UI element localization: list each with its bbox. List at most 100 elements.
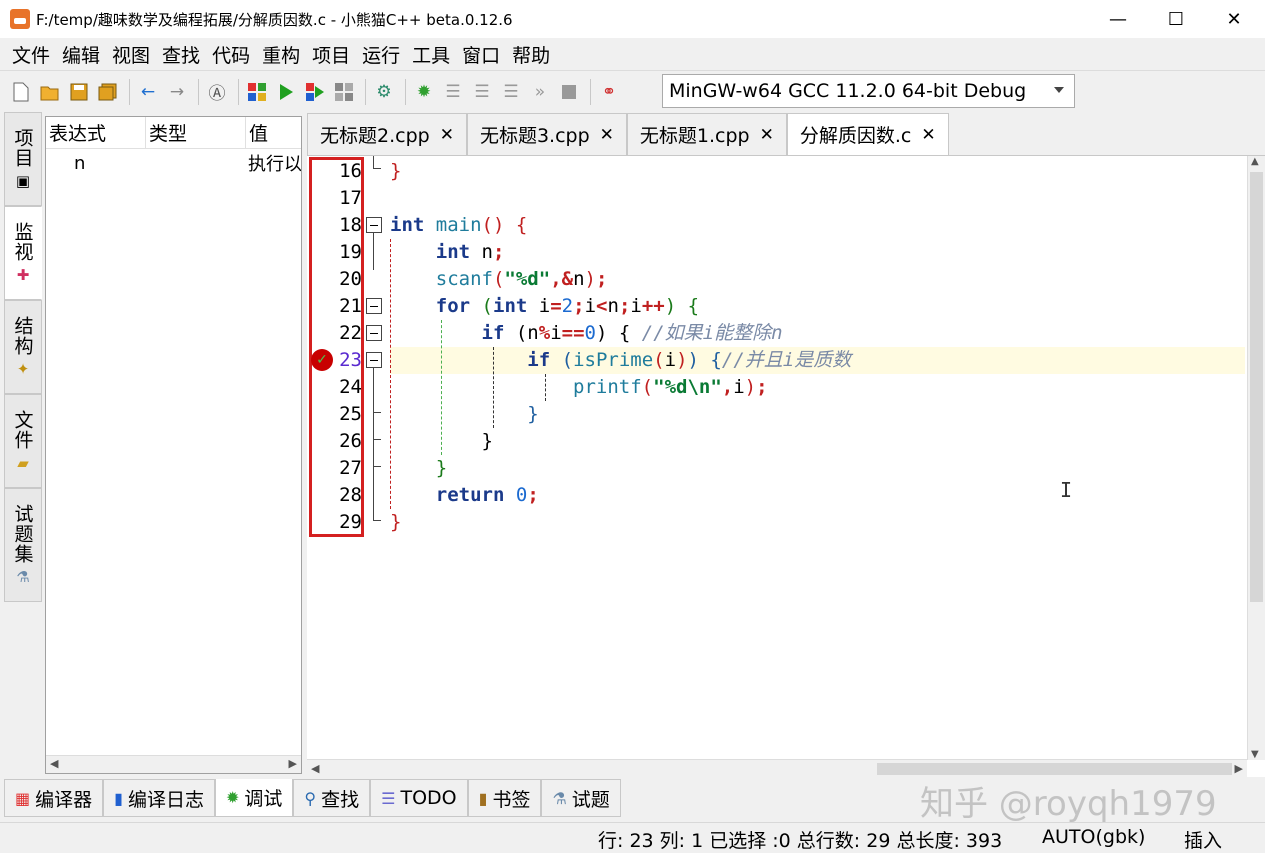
tab-debug[interactable]: ✹ 调试 [214,779,294,817]
side-tab-structure[interactable]: 结构 ✦ [4,300,42,394]
compiler-select[interactable]: MinGW-w64 GCC 11.2.0 64-bit Debug [662,74,1075,108]
format-code-icon[interactable]: Ⓐ [204,79,230,105]
code-line: for (int i=2;i<n;i++) { [435,295,700,317]
scroll-right-icon[interactable]: ▶ [289,757,297,770]
compile-icon[interactable] [244,79,270,105]
chevron-down-icon [1054,87,1064,93]
new-file-icon[interactable] [8,79,34,105]
menu-search[interactable]: 查找 [162,41,200,68]
step-into-icon[interactable]: ☰ [469,79,495,105]
scroll-right-icon[interactable]: ▶ [1235,762,1243,775]
flask-icon: ⚗ [552,788,567,808]
watch-row[interactable]: n 执行以 [46,149,301,177]
code-line: } [390,511,402,533]
watch-col-type[interactable]: 类型 [146,117,246,148]
scrollbar-thumb[interactable] [1250,172,1263,602]
maximize-button[interactable]: ☐ [1147,0,1205,38]
menu-project[interactable]: 项目 [312,41,350,68]
save-icon[interactable] [66,79,92,105]
tab-search[interactable]: ⚲ 查找 [293,779,371,817]
step-out-icon[interactable]: ☰ [498,79,524,105]
run-icon[interactable] [273,79,299,105]
add-watch-icon[interactable]: ⚭ [596,79,622,105]
tab-bookmarks[interactable]: ▮ 书签 [467,779,542,817]
code-line: printf("%d\n",i); [573,376,768,398]
editor-horizontal-scrollbar[interactable]: ◀ ▶ [307,759,1247,777]
code-line: return 0; [435,484,539,506]
file-tab[interactable]: 无标题1.cpp ✕ [626,113,787,155]
close-button[interactable]: ✕ [1205,0,1263,38]
menu-tools[interactable]: 工具 [412,41,450,68]
fold-toggle-icon[interactable] [366,352,382,368]
side-tab-files[interactable]: 文件 ▰ [4,394,42,488]
side-tab-project[interactable]: 项目 ▣ [4,112,42,206]
code-area[interactable]: } int main() { int n; scanf("%d",&n); fo… [390,156,1245,777]
rebuild-icon[interactable] [331,79,357,105]
open-file-icon[interactable] [37,79,63,105]
scroll-down-icon[interactable]: ▼ [1251,749,1259,760]
file-tab[interactable]: 无标题3.cpp ✕ [466,113,627,155]
save-all-icon[interactable] [95,79,121,105]
scrollbar-thumb[interactable] [877,763,1232,775]
code-line: } [390,160,402,182]
problem-set-icon: ⚗ [16,568,30,586]
scroll-left-icon[interactable]: ◀ [50,757,58,770]
code-line: if (n%i==0) { //如果i能整除n [481,322,783,344]
fold-toggle-icon[interactable] [366,325,382,341]
watch-icon: ✚ [16,266,30,284]
fold-toggle-icon[interactable] [366,217,382,233]
close-tab-icon[interactable]: ✕ [440,125,454,145]
menu-window[interactable]: 窗口 [462,41,500,68]
project-icon: ▣ [15,172,31,190]
menu-bar: 文件 编辑 视图 查找 代码 重构 项目 运行 工具 窗口 帮助 [0,38,1265,70]
code-editor[interactable]: 16 17 18 19 20 21 22 23 24 25 26 27 28 2… [307,155,1265,777]
editor-vertical-scrollbar[interactable]: ▲ ▼ [1247,156,1265,760]
side-tab-watch[interactable]: 监视 ✚ [4,206,42,300]
file-tab-active[interactable]: 分解质因数.c ✕ [786,113,949,155]
menu-edit[interactable]: 编辑 [62,41,100,68]
toolbar-separator [405,78,406,105]
status-encoding[interactable]: AUTO(gbk) [1042,826,1145,848]
editor-gutter[interactable]: 16 17 18 19 20 21 22 23 24 25 26 27 28 2… [307,156,387,777]
tab-compiler[interactable]: ▦ 编译器 [4,779,104,817]
minimize-button[interactable]: — [1089,0,1147,38]
side-tab-problem-set[interactable]: 试题集 ⚗ [4,488,42,602]
step-over-icon[interactable]: ☰ [440,79,466,105]
scroll-left-icon[interactable]: ◀ [311,762,319,775]
watch-col-expression[interactable]: 表达式 [46,117,146,148]
title-bar: F:/temp/趣味数学及编程拓展/分解质因数.c - 小熊猫C++ beta.… [0,0,1265,38]
bookmark-icon: ▮ [478,788,488,808]
menu-code[interactable]: 代码 [212,41,250,68]
code-line: } [390,430,493,452]
redo-icon[interactable]: → [164,79,190,105]
menu-file[interactable]: 文件 [12,41,50,68]
bug-icon: ✹ [225,788,240,807]
undo-icon[interactable]: ← [135,79,161,105]
breakpoint-icon[interactable]: ✓ [311,349,333,371]
watch-horizontal-scrollbar[interactable]: ◀ ▶ [46,755,301,773]
compile-run-icon[interactable] [302,79,328,105]
file-tab[interactable]: 无标题2.cpp ✕ [307,113,467,155]
stop-icon[interactable] [556,79,582,105]
tab-problem[interactable]: ⚗ 试题 [541,779,621,817]
close-tab-icon[interactable]: ✕ [600,125,614,145]
compiler-options-icon[interactable]: ⚙ [371,79,397,105]
tab-todo[interactable]: ☰ TODO [370,779,468,817]
menu-view[interactable]: 视图 [112,41,150,68]
code-line: } [527,403,539,425]
menu-refactor[interactable]: 重构 [262,41,300,68]
tab-compile-log[interactable]: ▮ 编译日志 [103,779,215,817]
status-position: 行: 23 列: 1 已选择 :0 总行数: 29 总长度: 393 [598,830,1003,852]
structure-icon: ✦ [16,360,30,378]
close-tab-icon[interactable]: ✕ [760,125,774,145]
continue-icon[interactable]: » [527,79,553,105]
watch-col-value[interactable]: 值 [246,117,301,148]
fold-toggle-icon[interactable] [366,298,382,314]
scroll-up-icon[interactable]: ▲ [1251,156,1259,167]
highlight-box [309,157,364,537]
menu-run[interactable]: 运行 [362,41,400,68]
close-tab-icon[interactable]: ✕ [921,125,935,145]
debug-icon[interactable]: ✹ [411,79,437,105]
menu-help[interactable]: 帮助 [512,41,550,68]
compiler-select-value: MinGW-w64 GCC 11.2.0 64-bit Debug [669,80,1027,102]
